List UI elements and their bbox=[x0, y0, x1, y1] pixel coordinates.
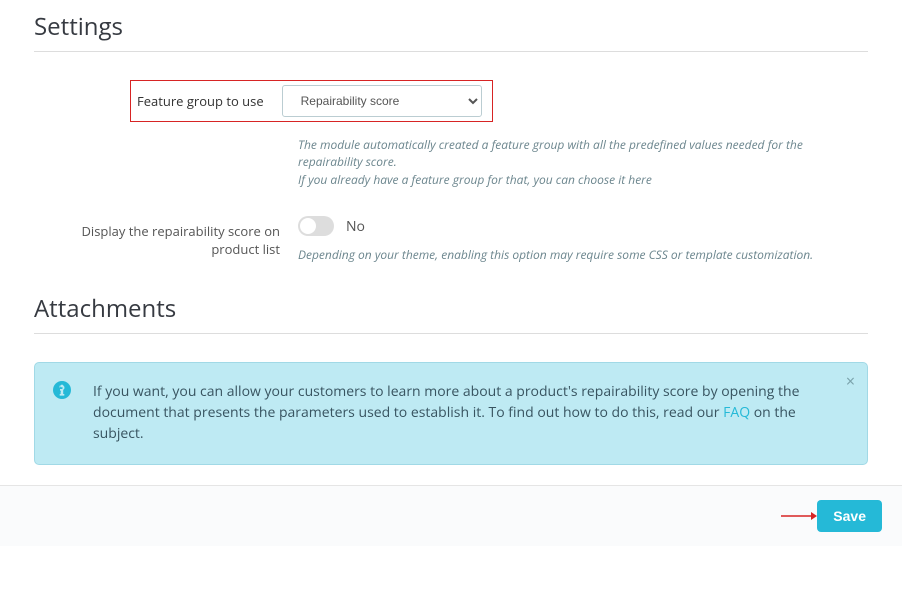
footer: Save bbox=[0, 485, 902, 546]
close-icon[interactable]: × bbox=[846, 373, 855, 389]
display-list-value: No bbox=[346, 217, 365, 236]
faq-link[interactable]: FAQ bbox=[723, 403, 750, 422]
attachments-divider bbox=[34, 333, 868, 334]
spacer-label bbox=[34, 80, 130, 86]
display-list-label: Display the repairability score on produ… bbox=[34, 216, 298, 258]
spacer bbox=[34, 126, 298, 132]
feature-group-help-row: The module automatically created a featu… bbox=[34, 126, 868, 188]
settings-title: Settings bbox=[34, 10, 868, 43]
attachments-title: Attachments bbox=[34, 292, 868, 325]
feature-group-help: The module automatically created a featu… bbox=[298, 136, 868, 188]
settings-divider bbox=[34, 51, 868, 52]
attachments-info-alert: ? × If you want, you can allow your cust… bbox=[34, 362, 868, 465]
save-button[interactable]: Save bbox=[817, 500, 882, 532]
feature-group-row: Feature group to use Repairability score bbox=[34, 80, 868, 122]
display-list-help: Depending on your theme, enabling this o… bbox=[298, 246, 868, 263]
svg-text:?: ? bbox=[59, 382, 66, 397]
arrow-indicator-icon bbox=[781, 510, 817, 522]
info-icon: ? bbox=[51, 379, 73, 401]
info-text: If you want, you can allow your customer… bbox=[93, 382, 799, 443]
feature-group-select[interactable]: Repairability score bbox=[282, 85, 482, 117]
display-list-row: Display the repairability score on produ… bbox=[34, 216, 868, 263]
display-list-toggle[interactable] bbox=[298, 216, 334, 236]
feature-group-highlight-box: Feature group to use Repairability score bbox=[130, 80, 493, 122]
toggle-knob bbox=[300, 218, 316, 234]
feature-group-label: Feature group to use bbox=[137, 92, 264, 110]
